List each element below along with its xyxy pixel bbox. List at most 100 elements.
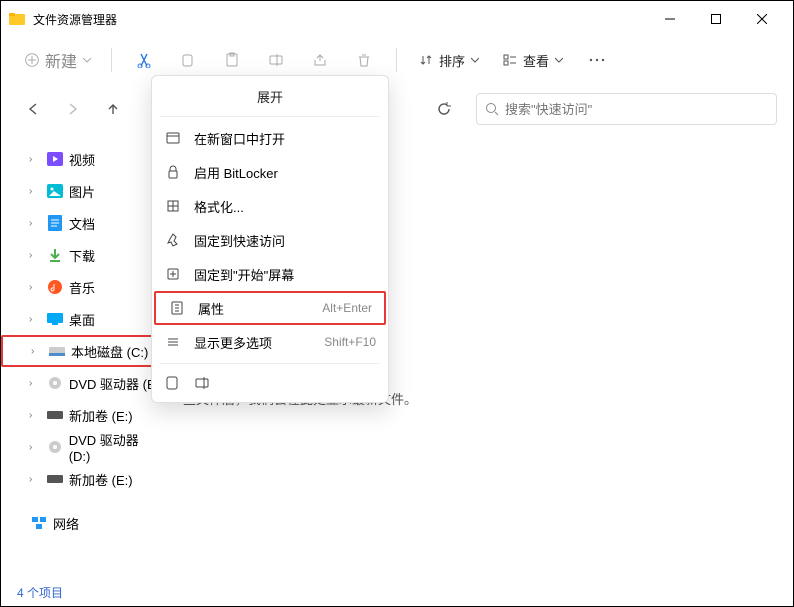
main-area: ›视频 ›图片 ›文档 ›下载 ›音乐 ›桌面 ›本地磁盘 (C:) ›DVD … <box>1 135 793 578</box>
cm-pin-start[interactable]: 固定到"开始"屏幕 <box>152 257 388 291</box>
cut-button[interactable] <box>124 44 164 76</box>
sidebar-label: 新加卷 (E:) <box>69 470 133 489</box>
sidebar-item-downloads[interactable]: ›下载 <box>1 239 163 271</box>
cm-properties[interactable]: 属性Alt+Enter <box>154 291 386 325</box>
chevron-right-icon: › <box>29 282 41 293</box>
chevron-right-icon: › <box>29 410 41 421</box>
format-icon <box>164 198 182 214</box>
minimize-button[interactable] <box>647 5 693 33</box>
sidebar-label: 音乐 <box>69 278 95 297</box>
sidebar-label: 新加卷 (E:) <box>69 406 133 425</box>
sidebar-item-documents[interactable]: ›文档 <box>1 207 163 239</box>
sidebar-item-videos[interactable]: ›视频 <box>1 143 163 175</box>
view-icon <box>503 53 517 67</box>
back-button[interactable] <box>17 93 49 125</box>
chevron-down-icon <box>471 56 479 64</box>
share-button[interactable] <box>300 44 340 76</box>
separator <box>111 48 112 72</box>
sidebar-label: 网络 <box>53 514 79 533</box>
chevron-right-icon: › <box>29 186 41 197</box>
rename-button[interactable] <box>256 44 296 76</box>
chevron-right-icon: › <box>29 474 41 485</box>
window-icon <box>164 130 182 146</box>
sidebar-label: 下载 <box>69 246 95 265</box>
sidebar-item-volume-e2[interactable]: › 新加卷 (E:) <box>1 463 163 495</box>
image-icon <box>47 183 63 199</box>
sidebar-item-volume-e1[interactable]: › 新加卷 (E:) <box>1 399 163 431</box>
dvd-icon <box>47 375 63 391</box>
maximize-button[interactable] <box>693 5 739 33</box>
cm-bitlocker[interactable]: 启用 BitLocker <box>152 155 388 189</box>
search-icon <box>485 102 499 116</box>
sidebar-label: 桌面 <box>69 310 95 329</box>
navigation-sidebar: ›视频 ›图片 ›文档 ›下载 ›音乐 ›桌面 ›本地磁盘 (C:) ›DVD … <box>1 135 163 578</box>
music-icon <box>47 279 63 295</box>
drive-icon <box>47 407 63 423</box>
sort-icon <box>419 53 433 67</box>
view-button[interactable]: 查看 <box>493 47 573 74</box>
refresh-button[interactable] <box>428 93 460 125</box>
sidebar-item-dvd-d[interactable]: › DVD 驱动器 (D:) <box>1 431 163 463</box>
desktop-icon <box>47 311 63 327</box>
up-button[interactable] <box>97 93 129 125</box>
dvd-icon <box>47 439 63 455</box>
sidebar-item-desktop[interactable]: › 桌面 <box>1 303 163 335</box>
network-icon <box>31 515 47 531</box>
view-label: 查看 <box>523 51 549 70</box>
sidebar-item-dvd-e[interactable]: › DVD 驱动器 (E <box>1 367 163 399</box>
delete-button[interactable] <box>344 44 384 76</box>
item-count: 4 个项目 <box>17 584 63 601</box>
app-icon <box>9 11 25 27</box>
context-menu: 展开 在新窗口中打开 启用 BitLocker 格式化... 固定到快速访问 固… <box>151 75 389 403</box>
cm-expand[interactable]: 展开 <box>152 80 388 112</box>
copy-icon[interactable] <box>164 374 182 392</box>
sidebar-label: DVD 驱动器 (E <box>69 374 156 393</box>
shortcut-text: Shift+F10 <box>324 335 376 349</box>
chevron-right-icon: › <box>29 378 41 389</box>
properties-icon <box>168 300 186 316</box>
lock-icon <box>164 164 182 180</box>
chevron-right-icon: › <box>31 346 43 357</box>
sidebar-item-pictures[interactable]: ›图片 <box>1 175 163 207</box>
rename-icon[interactable] <box>194 374 212 392</box>
chevron-right-icon: › <box>29 314 41 325</box>
close-button[interactable] <box>739 5 785 33</box>
cm-show-more[interactable]: 显示更多选项Shift+F10 <box>152 325 388 359</box>
sidebar-label: 本地磁盘 (C:) <box>71 342 148 361</box>
cm-format[interactable]: 格式化... <box>152 189 388 223</box>
new-button[interactable]: 新建 <box>17 44 99 76</box>
plus-icon <box>25 53 39 67</box>
search-input[interactable] <box>505 102 768 117</box>
pinstart-icon <box>164 266 182 282</box>
chevron-right-icon: › <box>29 442 41 453</box>
new-label: 新建 <box>45 48 77 72</box>
shortcut-text: Alt+Enter <box>322 301 372 315</box>
cm-open-new-window[interactable]: 在新窗口中打开 <box>152 121 388 155</box>
forward-button[interactable] <box>57 93 89 125</box>
chevron-right-icon: › <box>29 154 41 165</box>
sort-label: 排序 <box>439 51 465 70</box>
window-title: 文件资源管理器 <box>33 11 647 28</box>
download-icon <box>47 247 63 263</box>
paste-button[interactable] <box>212 44 252 76</box>
copy-button[interactable] <box>168 44 208 76</box>
drive-icon <box>49 343 65 359</box>
video-icon <box>47 151 63 167</box>
drive-icon <box>47 471 63 487</box>
title-bar: 文件资源管理器 <box>1 1 793 37</box>
more-button[interactable] <box>577 44 617 76</box>
sidebar-label: DVD 驱动器 (D:) <box>69 430 163 464</box>
sidebar-item-music[interactable]: › 音乐 <box>1 271 163 303</box>
more-icon <box>164 334 182 350</box>
chevron-down-icon <box>555 56 563 64</box>
cm-pin-quick[interactable]: 固定到快速访问 <box>152 223 388 257</box>
sidebar-item-local-disk-c[interactable]: › 本地磁盘 (C:) <box>1 335 163 367</box>
navigation-row <box>1 83 793 135</box>
toolbar: 新建 排序 查看 <box>1 37 793 83</box>
sidebar-item-network[interactable]: 网络 <box>1 507 163 539</box>
sort-button[interactable]: 排序 <box>409 47 489 74</box>
chevron-right-icon: › <box>29 218 41 229</box>
separator <box>160 116 380 117</box>
search-box[interactable] <box>476 93 777 125</box>
separator <box>396 48 397 72</box>
